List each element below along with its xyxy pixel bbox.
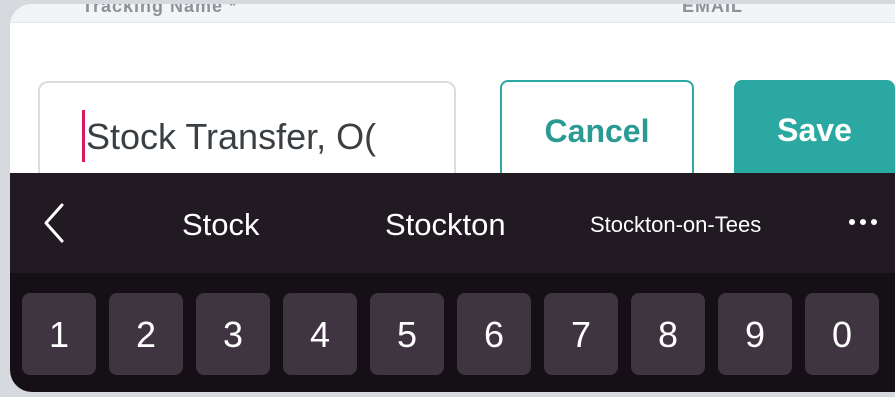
key-7[interactable]: 7 [544, 293, 618, 375]
key-9[interactable]: 9 [718, 293, 792, 375]
save-button[interactable]: Save [734, 80, 895, 177]
key-5[interactable]: 5 [370, 293, 444, 375]
email-label: EMAIL [682, 4, 743, 16]
cancel-button[interactable]: Cancel [500, 80, 694, 177]
suggestion-stock[interactable]: Stock [182, 173, 260, 273]
app-screen: Tracking Name * EMAIL Stock Transfer, O(… [10, 4, 895, 392]
key-6[interactable]: 6 [457, 293, 531, 375]
key-1[interactable]: 1 [22, 293, 96, 375]
key-3[interactable]: 3 [196, 293, 270, 375]
key-2[interactable]: 2 [109, 293, 183, 375]
key-4[interactable]: 4 [283, 293, 357, 375]
key-0[interactable]: 0 [805, 293, 879, 375]
number-key-row: 1 2 3 4 5 6 7 8 9 0 [10, 273, 895, 392]
tracking-name-label: Tracking Name * [82, 4, 238, 16]
ellipsis-icon[interactable] [848, 217, 878, 227]
key-8[interactable]: 8 [631, 293, 705, 375]
name-input-field[interactable]: Stock Transfer, O( [38, 81, 456, 177]
name-input-value[interactable]: Stock Transfer, O( [86, 112, 424, 162]
keyboard-suggestion-bar: Stock Stockton Stockton-on-Tees [10, 173, 895, 273]
text-caret [82, 110, 85, 162]
suggestion-stockton-on-tees[interactable]: Stockton-on-Tees [590, 173, 761, 273]
suggestion-stockton[interactable]: Stockton [385, 173, 506, 273]
chevron-left-icon[interactable] [40, 201, 70, 245]
previous-form-row: Tracking Name * EMAIL [10, 4, 895, 23]
